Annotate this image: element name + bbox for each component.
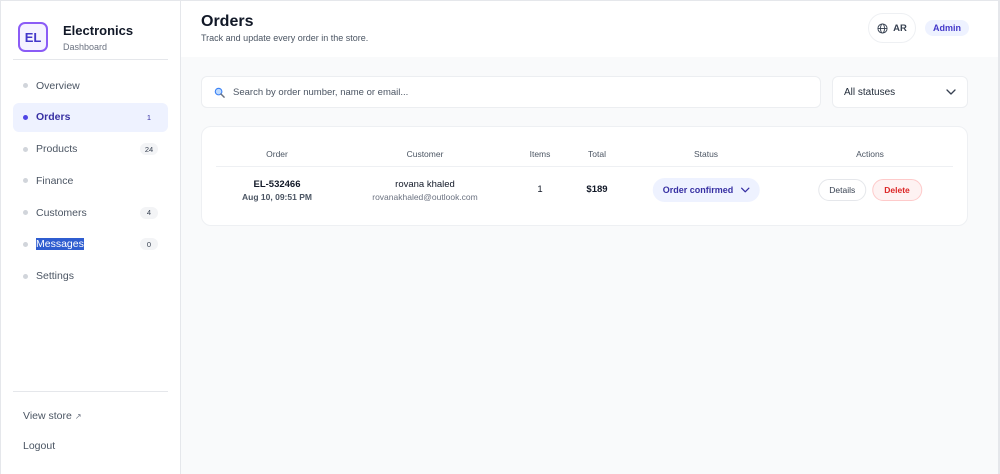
items-count: 1 xyxy=(537,184,543,195)
sidebar-item-label: Customers xyxy=(36,206,87,219)
view-store-link[interactable]: View store ↗ xyxy=(13,401,168,431)
brand: EL Electronics Dashboard xyxy=(1,1,180,59)
sidebar-item-products[interactable]: Products 24 xyxy=(13,135,168,164)
sidebar-item-label: Products xyxy=(36,143,78,156)
column-header-customer: Customer xyxy=(406,149,444,159)
external-link-icon: ↗ xyxy=(74,411,82,421)
language-button[interactable]: AR xyxy=(868,13,916,43)
sidebar-divider xyxy=(13,59,168,60)
sidebar-item-label: Overview xyxy=(36,79,80,92)
bullet-icon xyxy=(23,178,28,184)
globe-icon xyxy=(877,22,888,34)
sidebar-nav: Overview Orders 1 Products 24 Finance Cu… xyxy=(13,71,168,294)
sidebar-item-finance[interactable]: Finance xyxy=(13,166,168,195)
order-date: Aug 10, 09:51 PM xyxy=(242,192,312,202)
sidebar-item-settings[interactable]: Settings xyxy=(13,262,168,291)
count-badge: 0 xyxy=(140,238,158,251)
filter-toolbar: All statuses xyxy=(201,76,968,108)
language-label: AR xyxy=(893,22,907,34)
sidebar: EL Electronics Dashboard Overview Orders… xyxy=(1,1,181,474)
chevron-down-icon xyxy=(946,89,956,95)
sidebar-divider xyxy=(13,391,168,392)
bullet-icon xyxy=(23,146,28,152)
chevron-down-icon xyxy=(740,187,749,193)
brand-name: Electronics xyxy=(63,22,134,38)
page-header: Orders Track and update every order in t… xyxy=(181,1,998,57)
bullet-icon xyxy=(23,83,28,88)
customer-cell: rovana khaled rovanakhaled@outlook.com xyxy=(372,179,478,202)
customer-email: rovanakhaled@outlook.com xyxy=(372,192,478,202)
brand-logo: EL xyxy=(18,22,48,52)
table-header: Order Customer Items Total Status Action… xyxy=(216,147,953,167)
count-badge: 4 xyxy=(140,206,158,219)
status-dropdown[interactable]: Order confirmed xyxy=(652,178,760,202)
search-input[interactable] xyxy=(233,86,820,98)
count-badge: 1 xyxy=(140,111,158,124)
status-filter-value: All statuses xyxy=(844,86,896,98)
bullet-icon xyxy=(23,114,28,120)
actions-cell: Details Delete xyxy=(818,179,922,201)
table-row: EL-532466 Aug 10, 09:51 PM rovana khaled… xyxy=(216,168,953,214)
order-cell: EL-532466 Aug 10, 09:51 PM xyxy=(242,179,312,202)
sidebar-item-overview[interactable]: Overview xyxy=(13,71,168,100)
sidebar-item-label: Settings xyxy=(36,270,74,283)
bullet-icon xyxy=(23,210,28,216)
search-icon xyxy=(214,87,225,98)
search-box xyxy=(201,76,821,108)
sidebar-item-customers[interactable]: Customers 4 xyxy=(13,198,168,227)
column-header-status: Status xyxy=(693,149,719,159)
customer-name: rovana khaled xyxy=(395,179,455,190)
bullet-icon xyxy=(23,241,28,247)
sidebar-item-label: Orders xyxy=(36,111,71,124)
status-value: Order confirmed xyxy=(662,185,734,195)
status-filter-select[interactable]: All statuses xyxy=(832,76,968,108)
role-badge: Admin xyxy=(925,20,969,36)
logout-link[interactable]: Logout xyxy=(13,431,168,461)
app-window: EL Electronics Dashboard Overview Orders… xyxy=(0,0,998,474)
count-badge: 24 xyxy=(140,143,158,156)
bullet-icon xyxy=(23,273,28,279)
order-id: EL-532466 xyxy=(253,179,301,190)
column-header-order: Order xyxy=(266,149,288,159)
orders-table-card: Order Customer Items Total Status Action… xyxy=(201,126,968,226)
column-header-items: Items xyxy=(529,149,551,159)
column-header-actions: Actions xyxy=(856,149,884,159)
sidebar-item-orders[interactable]: Orders 1 xyxy=(13,102,168,132)
sidebar-footer: View store ↗ Logout xyxy=(13,401,168,461)
main-content: Orders Track and update every order in t… xyxy=(181,1,998,474)
page-subtitle: Track and update every order in the stor… xyxy=(201,33,369,43)
sidebar-item-label: Finance xyxy=(36,174,74,187)
sidebar-item-messages[interactable]: Messages 0 xyxy=(13,230,168,259)
sidebar-item-label: Messages xyxy=(36,238,84,251)
details-button[interactable]: Details xyxy=(818,179,867,201)
delete-button[interactable]: Delete xyxy=(872,179,922,201)
column-header-total: Total xyxy=(588,149,606,159)
page-title: Orders xyxy=(201,13,254,30)
order-total: $189 xyxy=(586,184,608,195)
brand-subtitle: Dashboard xyxy=(63,41,108,52)
